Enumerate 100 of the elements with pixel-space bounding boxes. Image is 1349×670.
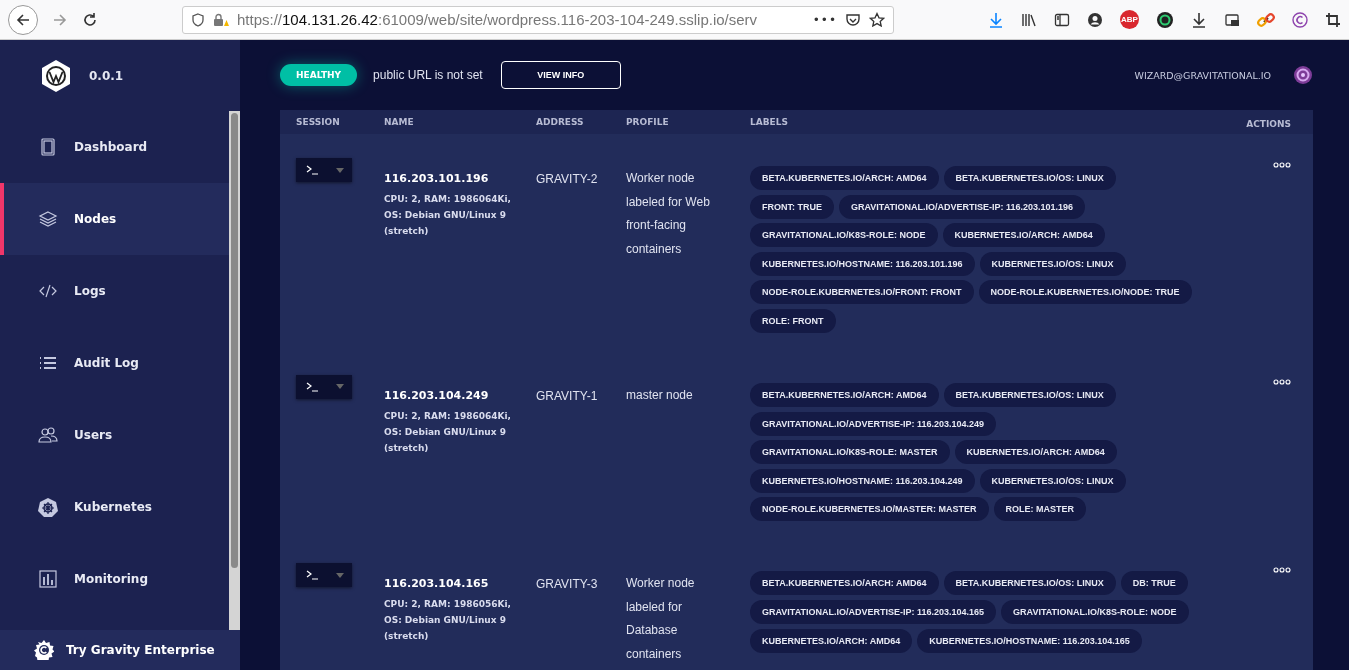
node-name: 116.203.104.249 — [384, 388, 490, 402]
account-icon[interactable] — [1087, 11, 1103, 28]
nav-item[interactable]: Monitoring — [0, 543, 229, 615]
column-header: PROFILE — [626, 117, 670, 127]
label-tag: FRONT: TRUE — [750, 194, 834, 219]
label-tag: BETA.KUBERNETES.IO/OS: LINUX — [943, 571, 1116, 596]
label-tag: KUBERNETES.IO/ARCH: AMD64 — [750, 628, 913, 653]
label-tag: ROLE: FRONT — [750, 308, 836, 333]
column-header: LABELS — [750, 117, 789, 127]
caret-icon — [336, 167, 344, 173]
label-tag: KUBERNETES.IO/HOSTNAME: 116.203.104.249 — [750, 468, 975, 493]
terminal-icon — [306, 165, 320, 175]
shield-icon[interactable] — [191, 12, 205, 27]
label-tag: BETA.KUBERNETES.IO/ARCH: AMD64 — [750, 571, 939, 596]
more-actions-icon[interactable] — [1273, 378, 1291, 385]
wordpress-logo-icon — [39, 58, 73, 93]
page-actions-button[interactable]: ••• — [812, 12, 837, 27]
try-enterprise-button[interactable]: Try Gravity Enterprise — [0, 630, 240, 670]
caret-icon — [336, 572, 344, 578]
node-specs: CPU: 2, RAM: 1986056Ki, OS: Debian GNU/Linux 9 (stretch) — [384, 598, 512, 644]
node-profile: Worker node labeled for Web front-facing containers — [626, 170, 711, 258]
label-tag: NODE-ROLE.KUBERNETES.IO/NODE: TRUE — [978, 280, 1192, 305]
column-header: SESSION — [296, 117, 341, 127]
label-tag: BETA.KUBERNETES.IO/ARCH: AMD64 — [750, 166, 939, 190]
more-actions-icon[interactable] — [1273, 162, 1291, 168]
node-name: 116.203.104.165 — [384, 577, 490, 591]
url-note: public URL is not set — [373, 68, 483, 82]
nav-item[interactable]: Dashboard — [0, 111, 229, 183]
address-field[interactable]: https://104.131.26.42:61009/web/site/wordpress.116-203-104-249.sslip.io/serv ••• — [182, 5, 894, 34]
more-actions-icon[interactable] — [1273, 567, 1291, 574]
nav-item[interactable]: Users — [0, 399, 229, 471]
terminal-session-button[interactable] — [296, 374, 352, 399]
star-icon[interactable] — [869, 11, 885, 28]
label-tag: KUBERNETES.IO/HOSTNAME: 116.203.104.165 — [917, 628, 1142, 653]
label-tag: GRAVITATIONAL.IO/ADVERTISE-IP: 116.203.104.249 — [750, 411, 997, 436]
node-specs: CPU: 2, RAM: 1986064Ki, OS: Debian GNU/Linux 9 (stretch) — [384, 193, 512, 238]
node-address: GRAVITY-3 — [536, 576, 599, 592]
column-header: ACTIONS — [1245, 118, 1292, 129]
warning-lock-icon[interactable] — [213, 12, 229, 27]
adblock-button[interactable]: ABP — [1120, 10, 1139, 29]
download-icon[interactable] — [988, 11, 1004, 28]
terminal-icon — [306, 381, 320, 392]
caret-icon — [336, 384, 344, 390]
label-tag: KUBERNETES.IO/OS: LINUX — [979, 251, 1126, 276]
url-text: https://104.131.26.42:61009/web/site/wordpress.116-203-104-249.sslip.io/serv — [237, 11, 759, 28]
label-tag: KUBERNETES.IO/ARCH: AMD64 — [942, 223, 1105, 248]
tray-icon[interactable] — [1224, 11, 1240, 28]
link-icon[interactable] — [1257, 10, 1275, 29]
label-tag: GRAVITATIONAL.IO/ADVERTISE-IP: 116.203.101.196 — [839, 194, 1086, 219]
label-tag: KUBERNETES.IO/OS: LINUX — [979, 468, 1126, 493]
node-address: GRAVITY-2 — [536, 171, 599, 186]
label-tag: ROLE: MASTER — [993, 497, 1086, 522]
avatar-icon[interactable] — [1293, 65, 1313, 85]
helm-icon — [38, 497, 58, 517]
label-tag: GRAVITATIONAL.IO/K8S-ROLE: MASTER — [750, 440, 950, 465]
column-header: NAME — [384, 117, 415, 127]
tablet-icon — [38, 137, 58, 157]
back-button[interactable] — [8, 4, 38, 35]
color-wheel-icon[interactable] — [1156, 10, 1174, 29]
terminal-icon — [306, 570, 320, 581]
label-tag: DB: TRUE — [1120, 571, 1188, 596]
user-email[interactable]: WIZARD@GRAVITATIONAL.IO — [1134, 69, 1271, 81]
forward-icon[interactable] — [52, 11, 68, 28]
node-profile: Worker node labeled for Database containers — [626, 575, 696, 663]
node-profile: master node — [626, 386, 694, 404]
bar-chart-icon — [38, 569, 58, 589]
node-name: 116.203.101.196 — [384, 172, 490, 185]
label-tag: BETA.KUBERNETES.IO/OS: LINUX — [943, 166, 1116, 190]
label-tag: BETA.KUBERNETES.IO/OS: LINUX — [943, 382, 1116, 407]
back-arrow-icon — [15, 11, 31, 28]
layers-icon — [38, 209, 58, 229]
scrollbar[interactable] — [229, 111, 240, 630]
library-icon[interactable] — [1021, 11, 1037, 28]
label-tag: GRAVITATIONAL.IO/ADVERTISE-IP: 116.203.104.165 — [750, 599, 997, 624]
label-tag: NODE-ROLE.KUBERNETES.IO/FRONT: FRONT — [750, 280, 974, 305]
label-tag: GRAVITATIONAL.IO/K8S-ROLE: NODE — [750, 223, 938, 248]
status-badge: HEALTHY — [280, 64, 358, 86]
column-header: ADDRESS — [536, 117, 585, 127]
users-icon — [38, 425, 58, 445]
nav-item[interactable]: Kubernetes — [0, 471, 229, 543]
terminal-session-button[interactable] — [296, 563, 352, 588]
label-tag: GRAVITATIONAL.IO/K8S-ROLE: NODE — [1001, 599, 1189, 624]
reload-icon[interactable] — [82, 11, 98, 28]
label-tag: KUBERNETES.IO/HOSTNAME: 116.203.101.196 — [750, 251, 975, 276]
pocket-icon[interactable] — [845, 11, 861, 28]
node-specs: CPU: 2, RAM: 1986064Ki, OS: Debian GNU/Linux 9 (stretch) — [384, 409, 512, 455]
node-address: GRAVITY-1 — [536, 387, 599, 403]
crop-icon[interactable] — [1325, 11, 1341, 28]
label-tag: NODE-ROLE.KUBERNETES.IO/MASTER: MASTER — [750, 497, 989, 522]
download-arrow-icon[interactable] — [1191, 11, 1207, 28]
version-label: 0.0.1 — [89, 68, 124, 83]
nav-item[interactable]: Nodes — [0, 183, 229, 255]
sidebar-icon[interactable] — [1054, 11, 1070, 28]
view-info-button[interactable]: VIEW INFO — [500, 61, 621, 89]
copyright-circle-icon[interactable] — [1292, 11, 1308, 28]
label-tag: KUBERNETES.IO/ARCH: AMD64 — [954, 440, 1117, 465]
label-tag: BETA.KUBERNETES.IO/ARCH: AMD64 — [750, 382, 939, 407]
nav-item[interactable]: Logs — [0, 255, 229, 327]
terminal-session-button[interactable] — [296, 158, 352, 182]
nav-item[interactable]: Audit Log — [0, 327, 229, 399]
